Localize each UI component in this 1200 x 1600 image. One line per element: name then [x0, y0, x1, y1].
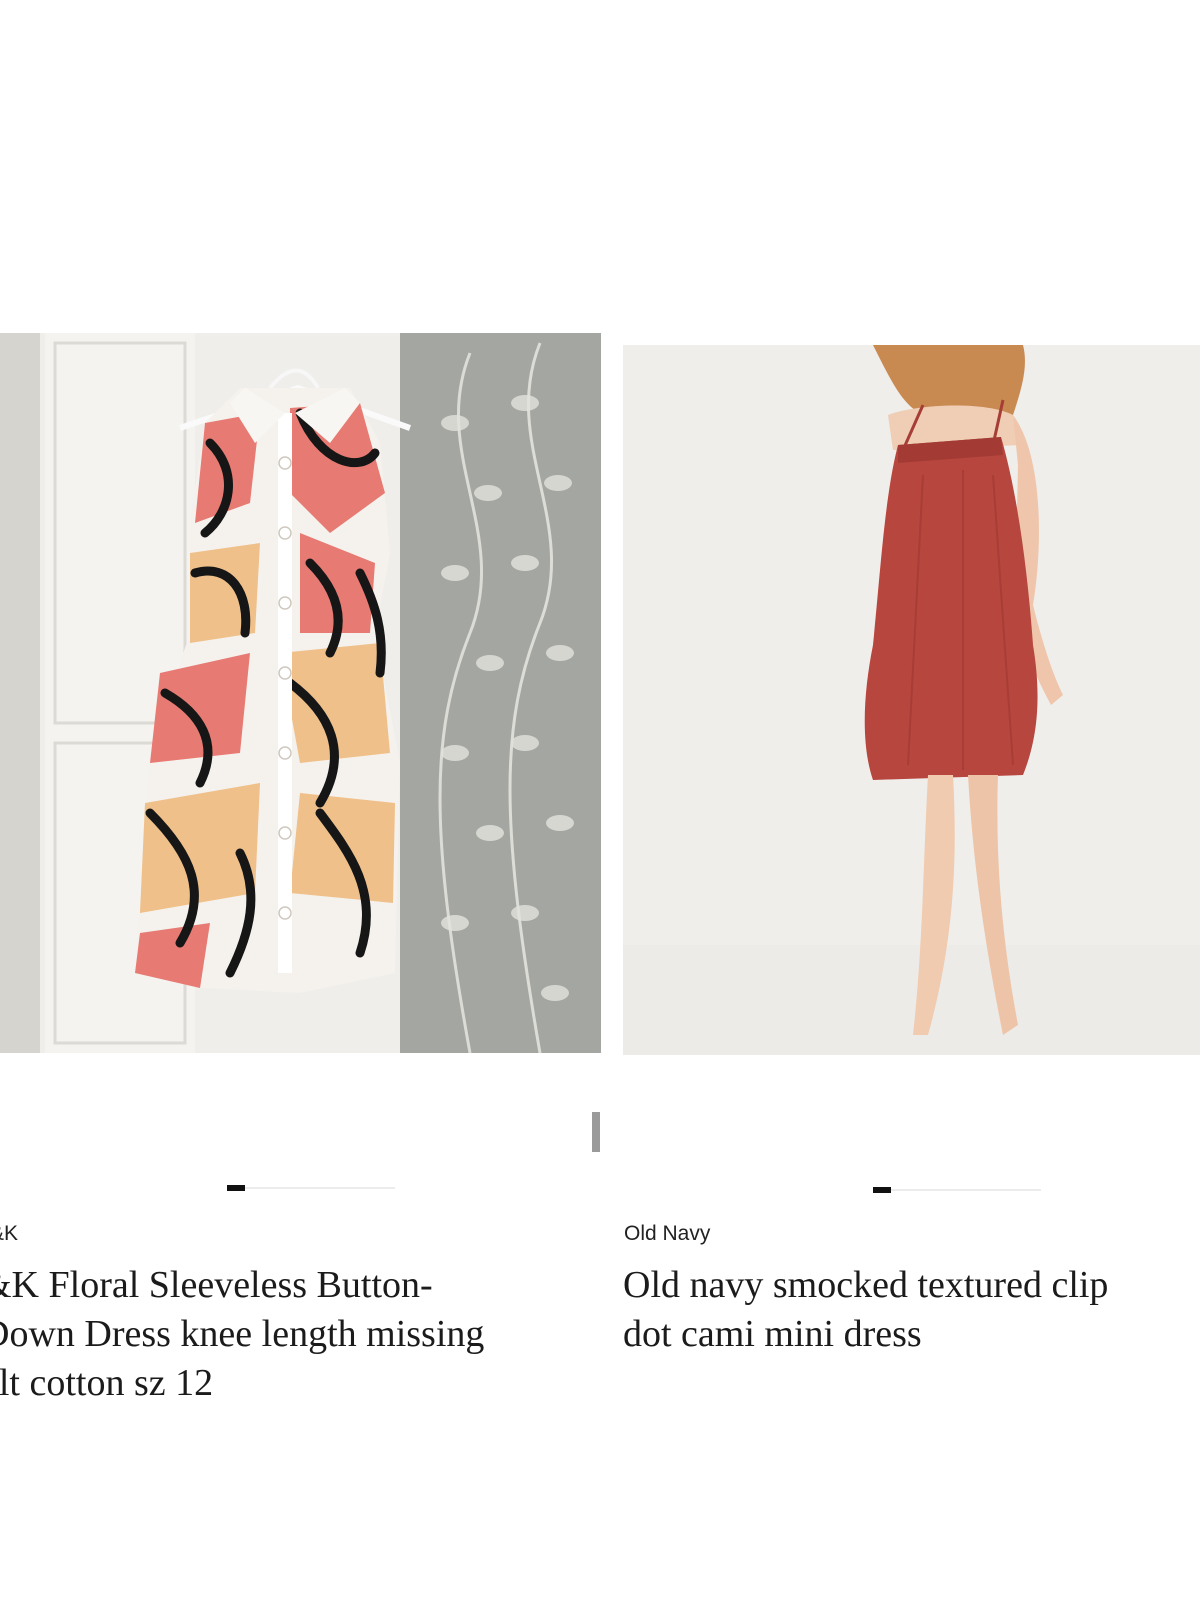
- carousel-active-dot: [873, 1187, 891, 1193]
- listing-brand-left[interactable]: &K: [0, 1222, 18, 1246]
- scroll-indicator: [592, 1112, 600, 1152]
- title-line: Down Dress knee length missing: [0, 1313, 485, 1355]
- floral-dress-photo: [0, 333, 601, 1053]
- image-carousel-indicator-right[interactable]: [873, 1187, 1041, 1193]
- listing-title-left[interactable]: &K Floral Sleeveless Button- Down Dress …: [0, 1261, 484, 1408]
- listing-title-right[interactable]: Old navy smocked textured clip dot cami …: [623, 1261, 1108, 1359]
- red-cami-dress-photo: [623, 345, 1200, 1055]
- carousel-active-dot: [227, 1185, 245, 1191]
- listing-image-right[interactable]: [623, 345, 1200, 1055]
- image-carousel-indicator-left[interactable]: [227, 1185, 395, 1191]
- title-line: Old navy smocked textured clip: [623, 1264, 1109, 1306]
- carousel-track: [873, 1189, 1041, 1191]
- title-line: elt cotton sz 12: [0, 1362, 214, 1404]
- title-line: dot cami mini dress: [623, 1313, 922, 1355]
- carousel-track: [227, 1187, 395, 1189]
- listing-image-left[interactable]: [0, 333, 601, 1053]
- title-line: &K Floral Sleeveless Button-: [0, 1264, 433, 1306]
- listing-brand-right[interactable]: Old Navy: [624, 1222, 710, 1246]
